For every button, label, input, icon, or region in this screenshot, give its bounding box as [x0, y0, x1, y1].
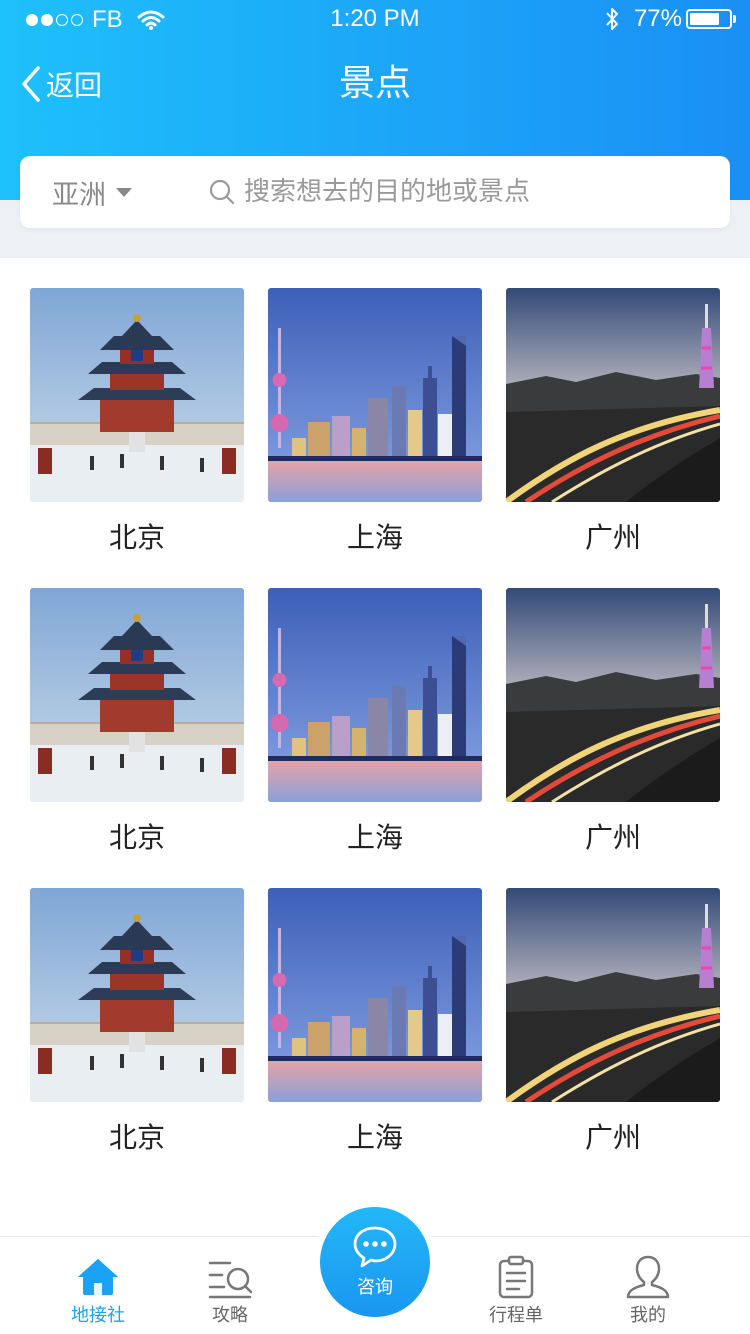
destination-photo	[268, 588, 482, 802]
tab-profile[interactable]: 我的	[588, 1237, 708, 1334]
destination-card[interactable]: 北京	[30, 288, 244, 578]
destination-card[interactable]: 广州	[506, 888, 720, 1178]
destination-card[interactable]: 广州	[506, 588, 720, 878]
destination-name: 广州	[584, 821, 641, 854]
user-icon	[626, 1255, 670, 1299]
battery-icon	[686, 9, 732, 29]
temple-of-heaven-image	[30, 288, 244, 502]
canton-tower-image	[506, 288, 720, 502]
destination-name: 北京	[108, 821, 165, 854]
home-icon	[78, 1259, 118, 1295]
destination-name: 上海	[346, 521, 403, 554]
temple-of-heaven-image	[30, 588, 244, 802]
shanghai-skyline-image	[268, 288, 482, 502]
chat-bubble-icon	[353, 1226, 397, 1268]
canton-tower-image	[506, 888, 720, 1102]
shanghai-skyline-image	[268, 588, 482, 802]
tab-home[interactable]: 地接社	[38, 1237, 158, 1334]
destination-photo	[268, 288, 482, 502]
shanghai-skyline-image	[268, 888, 482, 1102]
consult-button[interactable]: 咨询	[320, 1207, 430, 1317]
region-selector[interactable]: 亚洲	[52, 156, 132, 228]
destination-photo	[30, 288, 244, 502]
search-box	[208, 156, 708, 228]
tab-label: 地接社	[71, 1305, 125, 1326]
destination-name: 广州	[584, 521, 641, 554]
page-title: 景点	[338, 63, 411, 104]
tab-label: 攻略	[212, 1305, 248, 1326]
consult-label: 咨询	[357, 1277, 393, 1298]
search-icon	[209, 179, 235, 205]
destination-card[interactable]: 广州	[506, 288, 720, 578]
battery-group: 77%	[604, 5, 736, 33]
battery-percent: 77%	[633, 5, 682, 32]
destination-card[interactable]: 上海	[268, 888, 482, 1178]
destination-photo	[268, 888, 482, 1102]
battery-tip	[733, 15, 736, 23]
destination-card[interactable]: 北京	[30, 588, 244, 878]
search-card: 亚洲	[20, 156, 730, 228]
battery-level	[690, 13, 719, 25]
destination-card[interactable]: 上海	[268, 288, 482, 578]
status-bar: FB 1:20 PM 77%	[0, 0, 750, 40]
destination-photo	[30, 888, 244, 1102]
guide-search-icon	[208, 1261, 253, 1299]
destination-name: 北京	[108, 521, 165, 554]
region-label: 亚洲	[52, 179, 106, 211]
destination-name: 广州	[584, 1121, 641, 1154]
tab-guide[interactable]: 攻略	[170, 1237, 290, 1334]
tab-label: 我的	[630, 1305, 666, 1326]
clipboard-icon	[498, 1255, 534, 1299]
search-input[interactable]	[244, 177, 684, 207]
bluetooth-icon	[606, 8, 618, 30]
destination-card[interactable]: 北京	[30, 888, 244, 1178]
destination-name: 上海	[346, 1121, 403, 1154]
tab-itinerary[interactable]: 行程单	[456, 1237, 576, 1334]
canton-tower-image	[506, 588, 720, 802]
destination-name: 北京	[108, 1121, 165, 1154]
destination-card[interactable]: 上海	[268, 588, 482, 878]
tab-label: 行程单	[489, 1305, 543, 1326]
destination-photo	[506, 588, 720, 802]
destination-photo	[506, 888, 720, 1102]
destination-photo	[30, 588, 244, 802]
destination-name: 上海	[346, 821, 403, 854]
temple-of-heaven-image	[30, 888, 244, 1102]
destination-photo	[506, 288, 720, 502]
caret-down-icon	[116, 187, 132, 197]
